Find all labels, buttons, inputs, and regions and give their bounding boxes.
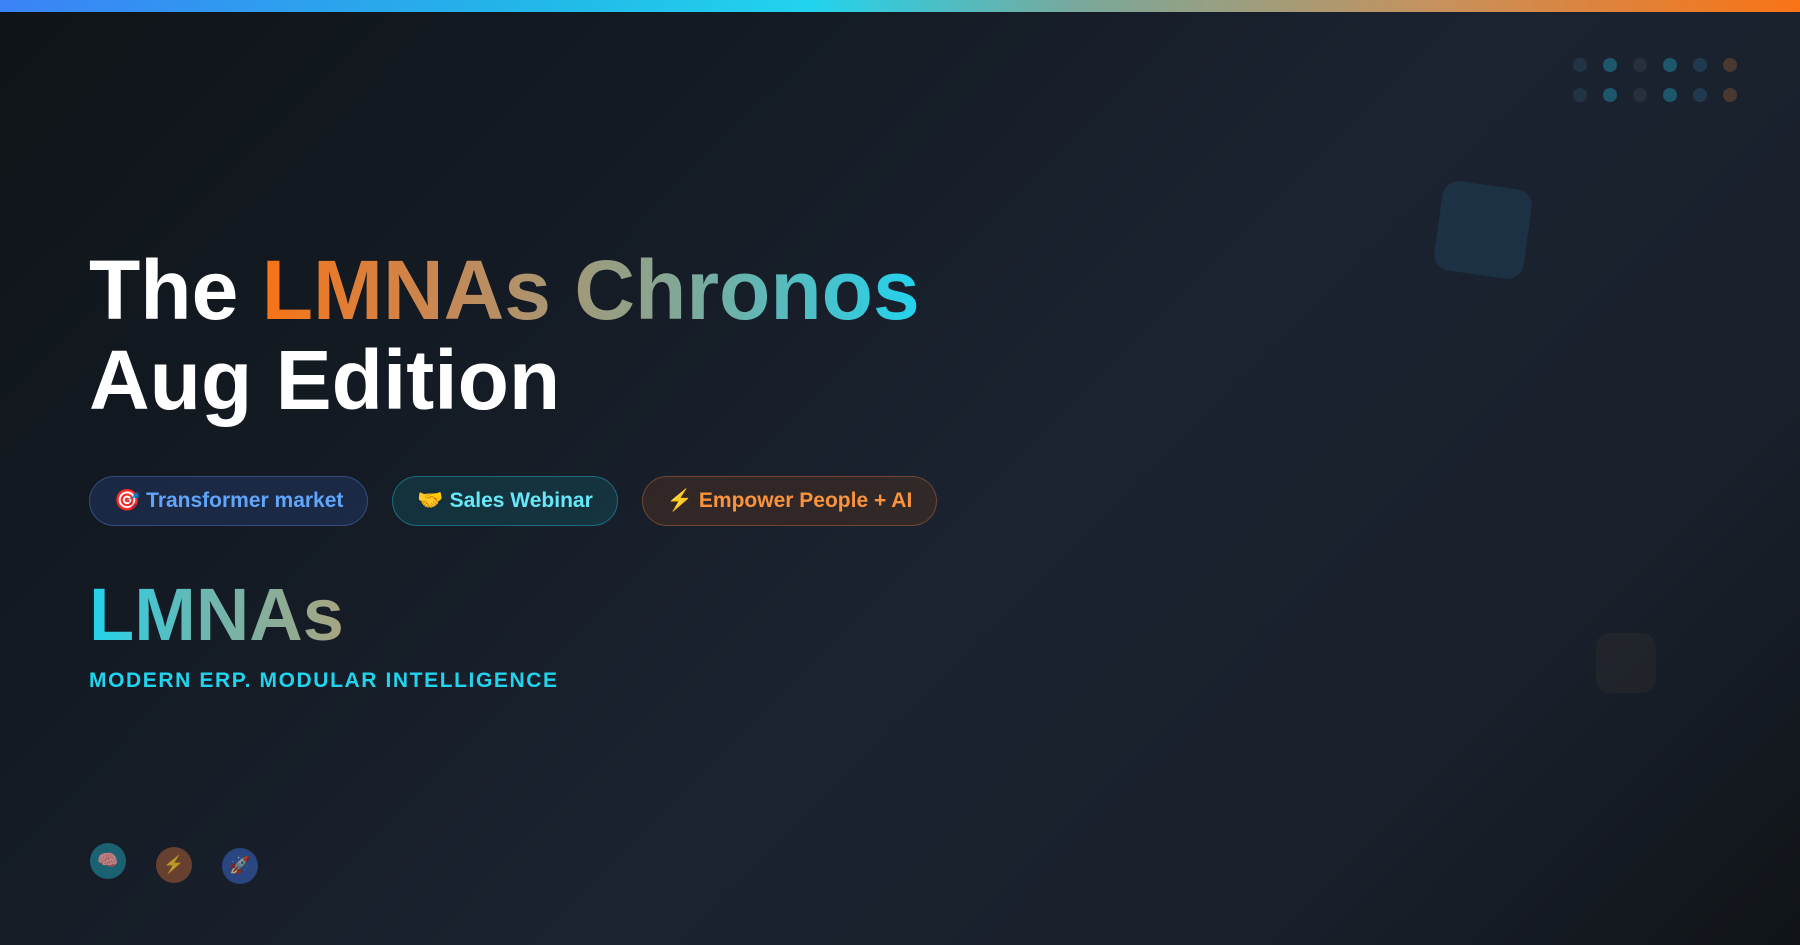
title-slide: The LMNAs Chronos Aug Edition 🎯 Transfor… [0, 0, 1800, 945]
pill-label: Empower People + AI [698, 489, 913, 512]
lightning-icon: ⚡ [156, 847, 192, 883]
page-title: The LMNAs Chronos Aug Edition [89, 245, 920, 425]
brain-icon: 🧠 [90, 843, 126, 879]
title-prefix: The [89, 243, 262, 337]
decorative-square-small [1596, 633, 1656, 693]
lightning-icon: ⚡ [666, 489, 693, 512]
title-line-2: Aug Edition [89, 333, 561, 427]
pill-transformer-market[interactable]: 🎯 Transformer market [89, 476, 369, 526]
pill-empower-people-ai[interactable]: ⚡ Empower People + AI [641, 476, 938, 526]
target-icon: 🎯 [114, 489, 141, 512]
brand-logo: LMNAs [89, 573, 344, 656]
rocket-icon: 🚀 [222, 848, 258, 884]
brand-tagline: MODERN ERP. MODULAR INTELLIGENCE [89, 669, 559, 692]
handshake-icon: 🤝 [417, 489, 444, 512]
title-highlight: LMNAs Chronos [261, 243, 920, 337]
gradient-top-bar [0, 0, 1800, 12]
decorative-dot-grid [1573, 58, 1753, 108]
pill-sales-webinar[interactable]: 🤝 Sales Webinar [392, 476, 618, 526]
decorative-square [1432, 179, 1534, 281]
topic-pills: 🎯 Transformer market 🤝 Sales Webinar ⚡ E… [89, 476, 938, 526]
pill-label: Transformer market [146, 489, 344, 512]
pill-label: Sales Webinar [449, 489, 593, 512]
